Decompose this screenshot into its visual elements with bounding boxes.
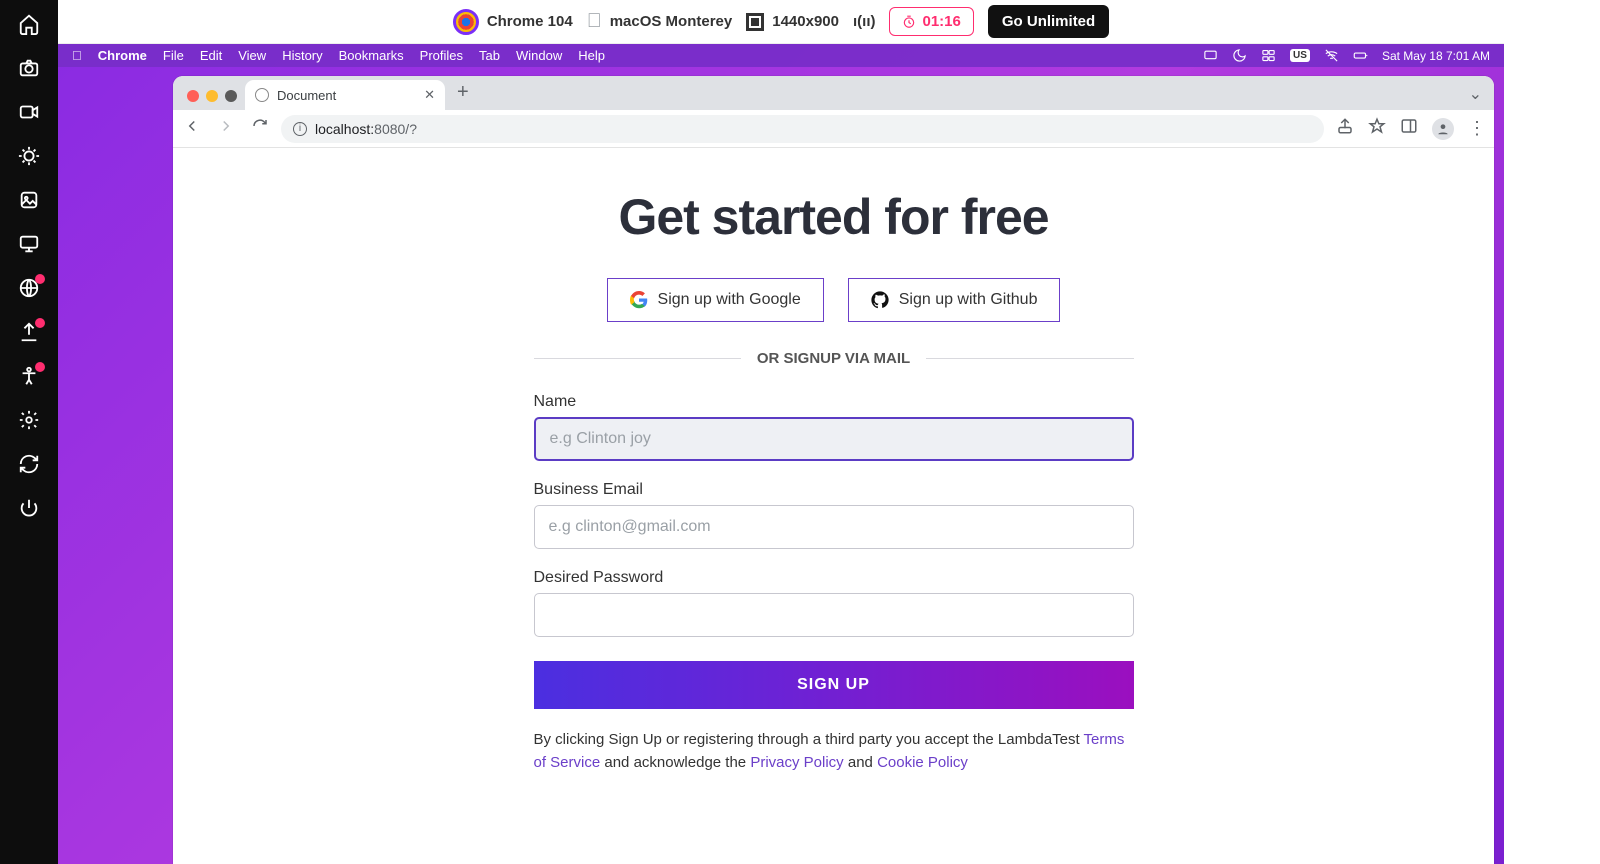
menu-file[interactable]: File	[163, 48, 184, 63]
cookie-link[interactable]: Cookie Policy	[877, 754, 968, 771]
mac-menubar:  Chrome File Edit View History Bookmark…	[58, 44, 1504, 67]
signup-form: Name Business Email Desired Password SIG…	[534, 393, 1134, 774]
upload-icon[interactable]	[17, 320, 41, 344]
page-title: Get started for free	[534, 188, 1134, 246]
page-viewport: Get started for free Sign up with Google…	[173, 148, 1494, 864]
os-chip:  macOS Monterey	[587, 10, 733, 33]
profile-avatar[interactable]	[1432, 118, 1454, 140]
apple-menu-icon[interactable]: 	[72, 48, 82, 63]
signup-google-button[interactable]: Sign up with Google	[607, 278, 824, 322]
session-timer: 01:16	[889, 7, 973, 36]
name-input[interactable]	[534, 417, 1134, 461]
screenshare-icon[interactable]	[1203, 48, 1218, 63]
tab-title: Document	[277, 88, 336, 103]
window-controls	[183, 90, 245, 110]
email-label: Business Email	[534, 481, 1134, 499]
dnd-icon[interactable]	[1232, 48, 1247, 63]
battery-icon[interactable]	[1353, 48, 1368, 63]
home-icon[interactable]	[17, 12, 41, 36]
signup-submit-button[interactable]: SIGN UP	[534, 661, 1134, 709]
macos-desktop:  Chrome File Edit View History Bookmark…	[58, 44, 1504, 864]
wifi-off-icon[interactable]	[1324, 48, 1339, 63]
timer-value: 01:16	[922, 13, 960, 30]
camera-icon[interactable]	[17, 56, 41, 80]
password-input[interactable]	[534, 593, 1134, 637]
lambdatest-sidebar	[0, 0, 58, 864]
kebab-menu-icon[interactable]: ⋮	[1468, 118, 1484, 139]
session-info-bar: Chrome 104  macOS Monterey 1440x900 ı(ı…	[58, 0, 1504, 44]
name-label: Name	[534, 393, 1134, 411]
apple-icon: 	[587, 10, 602, 33]
network-icon[interactable]: ı(ıı)	[853, 13, 876, 30]
menu-window[interactable]: Window	[516, 48, 562, 63]
menu-bookmarks[interactable]: Bookmarks	[339, 48, 404, 63]
resolution-icon	[746, 13, 764, 31]
new-tab-button[interactable]: +	[445, 81, 481, 110]
keyboard-layout-badge[interactable]: US	[1290, 49, 1310, 62]
browser-label: Chrome 104	[487, 13, 573, 30]
tab-favicon	[255, 88, 269, 102]
legal-text: By clicking Sign Up or registering throu…	[534, 729, 1134, 774]
browser-toolbar: i localhost:8080/? ⋮	[173, 110, 1494, 148]
share-icon[interactable]	[1336, 117, 1354, 140]
url-path: 8080/?	[374, 121, 417, 137]
minimize-window-button[interactable]	[206, 90, 218, 102]
tab-strip: Document ✕ + ⌄	[173, 76, 1494, 110]
back-button[interactable]	[183, 117, 201, 140]
mission-control-icon[interactable]	[1261, 48, 1276, 63]
go-unlimited-button[interactable]: Go Unlimited	[988, 5, 1109, 38]
gear-icon[interactable]	[17, 408, 41, 432]
github-button-label: Sign up with Github	[899, 291, 1038, 309]
bookmark-star-icon[interactable]	[1368, 117, 1386, 140]
address-bar[interactable]: i localhost:8080/?	[281, 115, 1324, 143]
menubar-datetime: Sat May 18 7:01 AM	[1382, 49, 1490, 63]
video-icon[interactable]	[17, 100, 41, 124]
menu-help[interactable]: Help	[578, 48, 605, 63]
github-icon	[871, 291, 889, 309]
site-info-icon[interactable]: i	[293, 122, 307, 136]
os-label: macOS Monterey	[610, 13, 733, 30]
privacy-link[interactable]: Privacy Policy	[750, 754, 843, 771]
letterbox-right	[1504, 0, 1600, 864]
reload-button[interactable]	[251, 117, 269, 140]
monitor-icon[interactable]	[17, 232, 41, 256]
url-host: localhost:	[315, 121, 374, 137]
chrome-window: Document ✕ + ⌄ i localhost:8080/?	[173, 76, 1494, 864]
refresh-icon[interactable]	[17, 452, 41, 476]
menu-tab[interactable]: Tab	[479, 48, 500, 63]
gallery-icon[interactable]	[17, 188, 41, 212]
close-tab-icon[interactable]: ✕	[424, 87, 435, 103]
tab-list-chevron-icon[interactable]: ⌄	[1469, 84, 1482, 104]
close-window-button[interactable]	[187, 90, 199, 102]
resolution-label: 1440x900	[772, 13, 839, 30]
app-menu[interactable]: Chrome	[98, 48, 147, 63]
power-icon[interactable]	[17, 496, 41, 520]
browser-chip: Chrome 104	[453, 9, 573, 35]
globe-icon[interactable]	[17, 276, 41, 300]
google-button-label: Sign up with Google	[658, 291, 801, 309]
resolution-chip: 1440x900	[746, 13, 839, 31]
sidepanel-icon[interactable]	[1400, 117, 1418, 140]
menu-history[interactable]: History	[282, 48, 322, 63]
password-label: Desired Password	[534, 569, 1134, 587]
menu-edit[interactable]: Edit	[200, 48, 222, 63]
forward-button	[217, 117, 235, 140]
menu-view[interactable]: View	[238, 48, 266, 63]
signup-github-button[interactable]: Sign up with Github	[848, 278, 1061, 322]
divider-text: OR SIGNUP VIA MAIL	[534, 350, 1134, 367]
email-input[interactable]	[534, 505, 1134, 549]
google-icon	[630, 291, 648, 309]
accessibility-icon[interactable]	[17, 364, 41, 388]
bug-icon[interactable]	[17, 144, 41, 168]
chrome-icon	[453, 9, 479, 35]
maximize-window-button[interactable]	[225, 90, 237, 102]
browser-tab[interactable]: Document ✕	[245, 80, 445, 110]
menu-profiles[interactable]: Profiles	[420, 48, 463, 63]
